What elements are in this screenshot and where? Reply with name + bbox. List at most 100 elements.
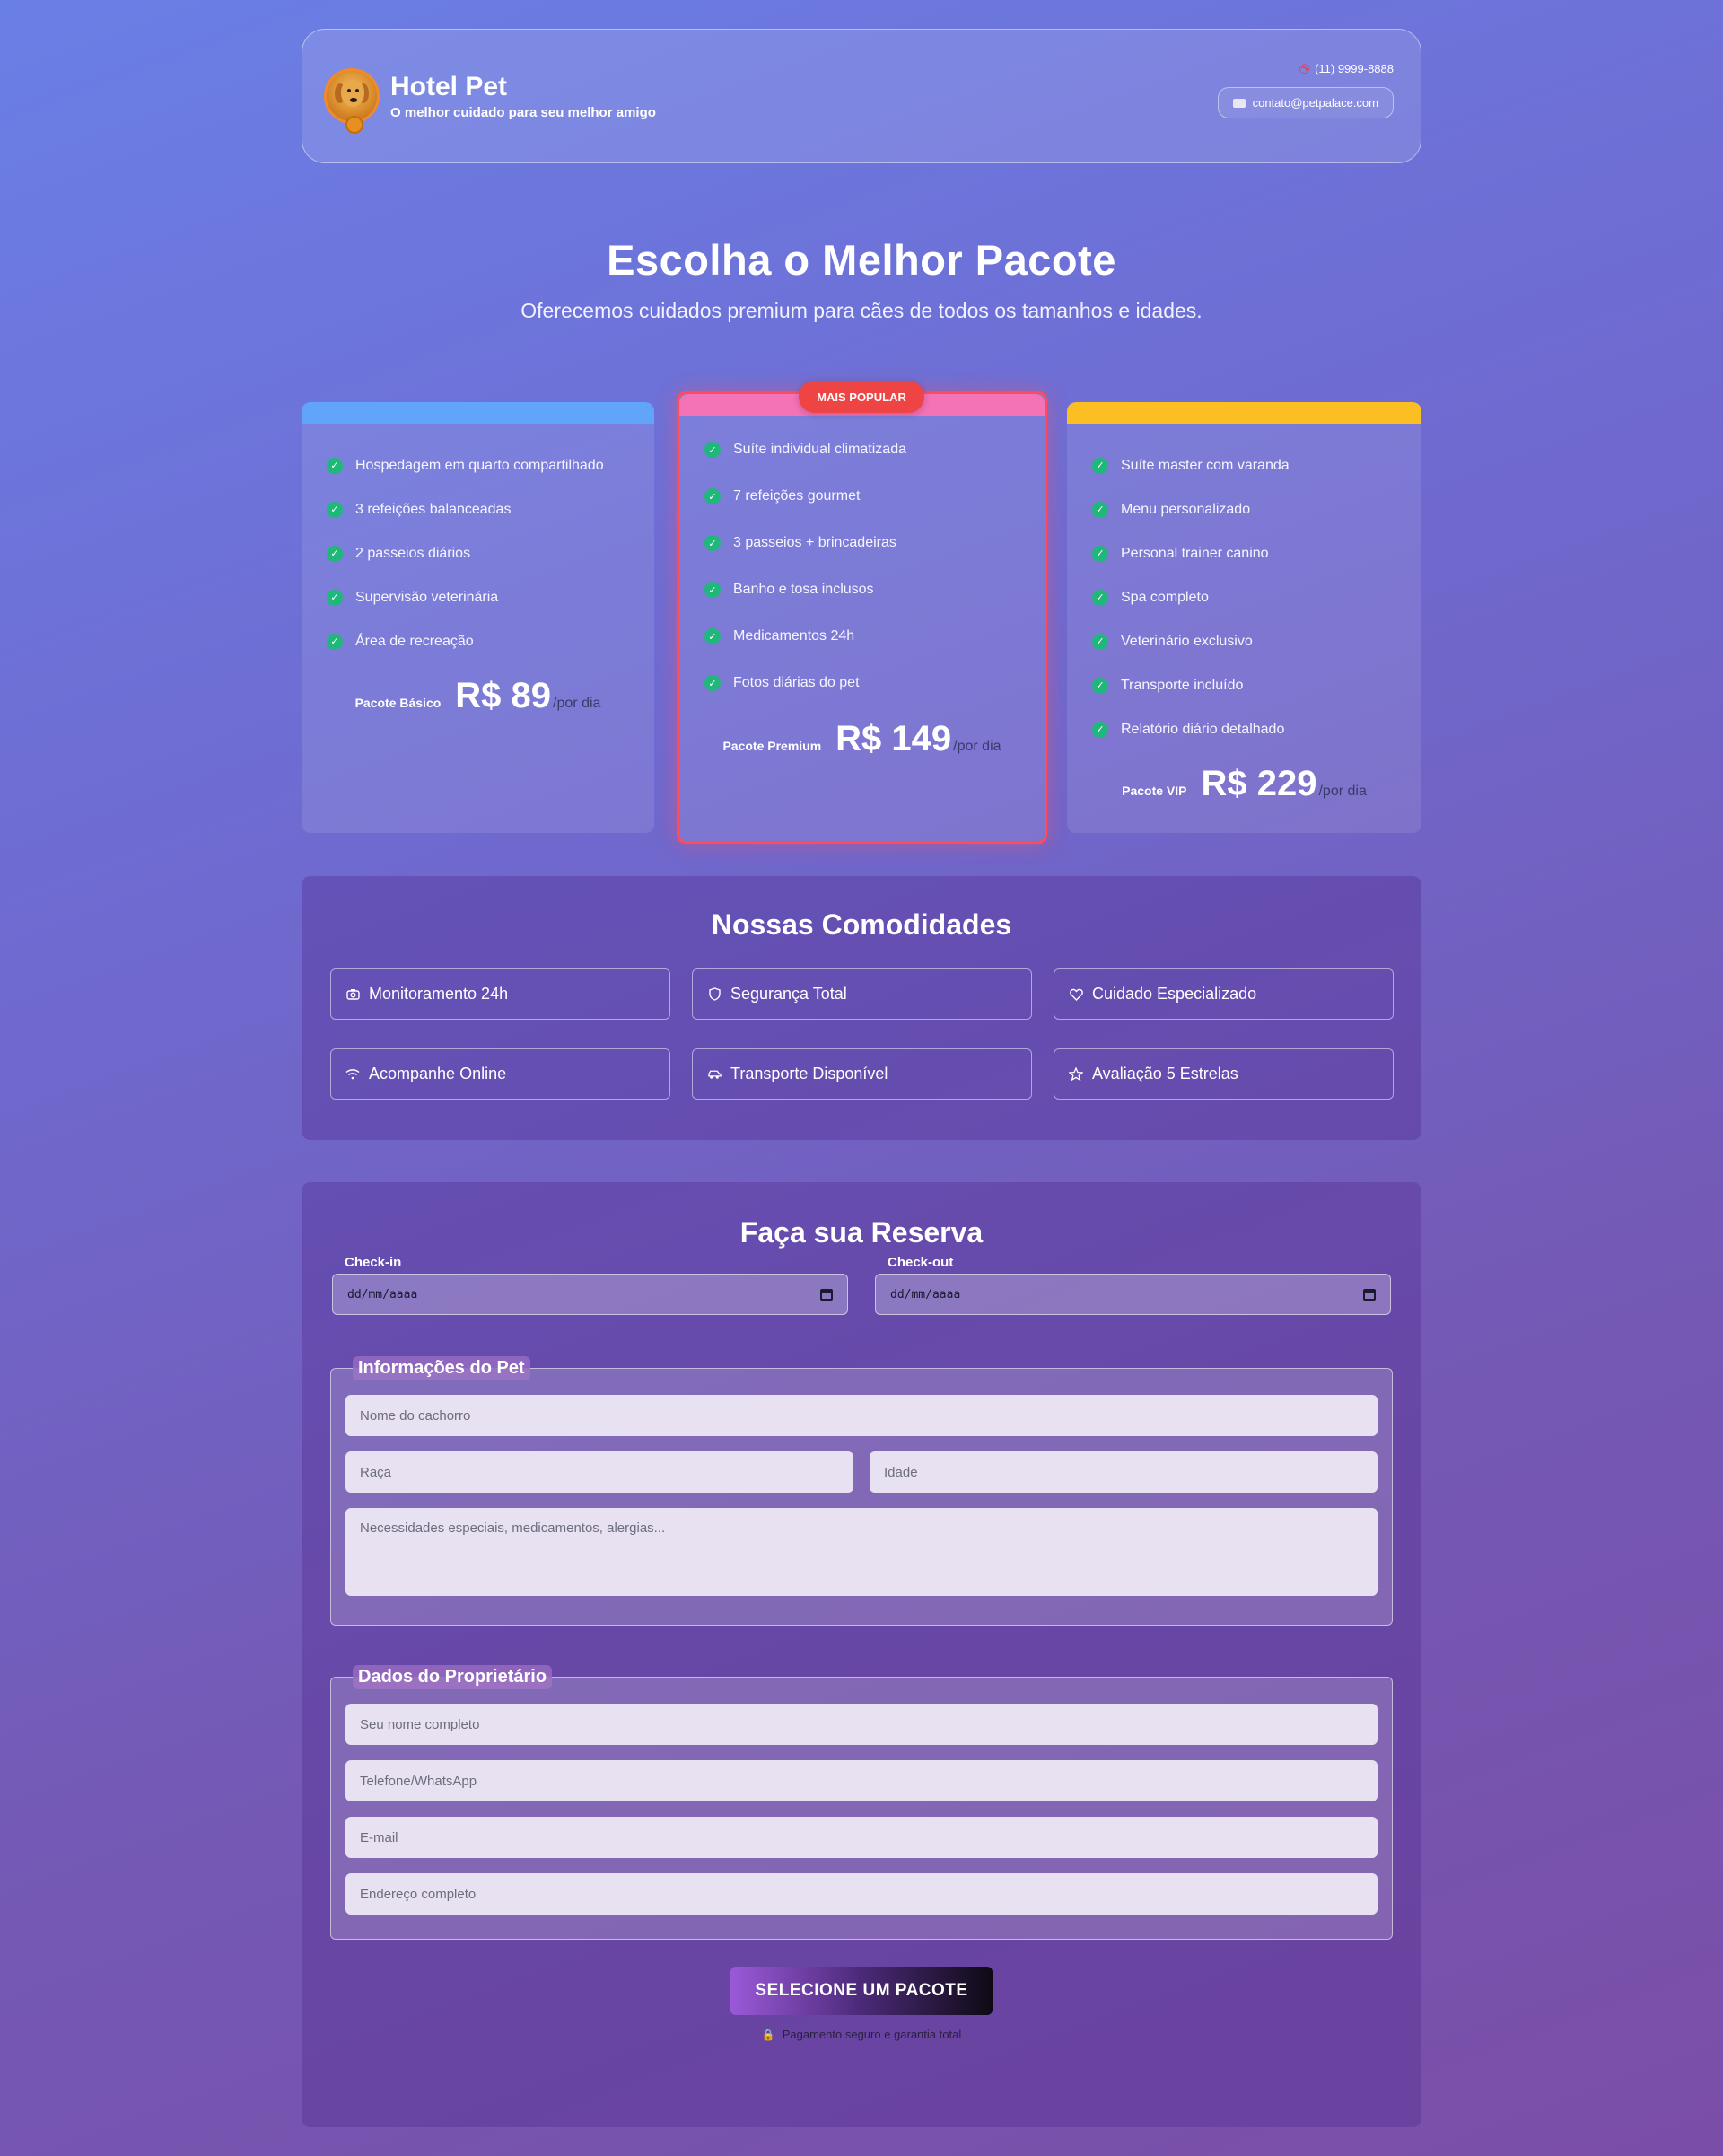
site-header: Hotel Pet O melhor cuidado para seu melh… [302, 29, 1421, 163]
amenity-item: Segurança Total [692, 968, 1032, 1020]
check-icon: ✓ [704, 442, 721, 458]
feature-item: ✓ Supervisão veterinária [327, 575, 629, 619]
package-name: Pacote Premium [722, 739, 822, 753]
pet-name-input[interactable]: Nome do cachorro [345, 1395, 1378, 1436]
booking-title: Faça sua Reserva [739, 1216, 984, 1249]
site-tagline: O melhor cuidado para seu melhor amigo [390, 105, 656, 120]
package-price: R$ 229 [1201, 764, 1317, 803]
package-card-basic[interactable]: ✓ Hospedagem em quarto compartilhado ✓ 3 r… [302, 402, 654, 833]
dog-logo-icon [324, 68, 380, 134]
owner-address-input[interactable]: Endereço completo [345, 1873, 1378, 1915]
calendar-icon[interactable] [1363, 1288, 1376, 1301]
feature-item: ✓ Veterinário exclusivo [1092, 619, 1396, 663]
check-icon: ✓ [327, 589, 343, 606]
pet-info-legend: Informações do Pet [353, 1356, 530, 1380]
owner-phone-input[interactable]: Telefone/WhatsApp [345, 1760, 1378, 1801]
amenities-section: Nossas Comodidades Monitoramento 24h Seg… [302, 876, 1421, 1140]
owner-name-input[interactable]: Seu nome completo [345, 1704, 1378, 1745]
email-button[interactable]: contato@petpalace.com [1217, 87, 1394, 118]
mail-icon [1232, 98, 1246, 108]
amenity-item: Cuidado Especializado [1054, 968, 1394, 1020]
feature-item: ✓ 3 refeições balanceadas [327, 487, 629, 531]
contact-info: ✆ (11) 9999-8888 contato@petpalace.com [1217, 61, 1394, 118]
check-icon: ✓ [1092, 589, 1108, 606]
feature-item: ✓ Spa completo [1092, 575, 1396, 619]
heart-icon [1069, 987, 1083, 1002]
owner-email-input[interactable]: E-mail [345, 1817, 1378, 1858]
secure-payment-note: 🔒 Pagamento seguro e garantia total [761, 2028, 962, 2041]
price-unit: /por dia [1318, 784, 1367, 799]
checkin-input[interactable]: dd/mm/aaaa [332, 1274, 848, 1315]
check-icon: ✓ [1092, 633, 1108, 650]
feature-list: ✓ Suíte individual climatizada ✓ 7 refeiçõ… [679, 416, 1045, 706]
amenity-item: Avaliação 5 Estrelas [1054, 1048, 1394, 1100]
check-icon: ✓ [327, 457, 343, 474]
check-icon: ✓ [1092, 501, 1108, 518]
package-card-vip[interactable]: ✓ Suíte master com varanda ✓ Menu personal… [1067, 402, 1421, 833]
feature-item: ✓ Suíte individual climatizada [704, 426, 1019, 473]
package-price: R$ 149 [835, 719, 952, 758]
check-icon: ✓ [1092, 545, 1108, 562]
feature-item: ✓ Medicamentos 24h [704, 613, 1019, 660]
brand[interactable]: Hotel Pet O melhor cuidado para seu melh… [324, 68, 656, 134]
breed-input[interactable]: Raça [345, 1451, 853, 1493]
email-address: contato@petpalace.com [1252, 96, 1378, 110]
select-package-button[interactable]: SELECIONE UM PACOTE [730, 1967, 993, 2015]
site-title: Hotel Pet [390, 72, 508, 101]
check-icon: ✓ [1092, 677, 1108, 694]
feature-item: ✓ Fotos diárias do pet [704, 660, 1019, 706]
check-icon: ✓ [704, 488, 721, 504]
feature-item: ✓ Banho e tosa inclusos [704, 566, 1019, 613]
feature-item: ✓ Hospedagem em quarto compartilhado [327, 443, 629, 487]
feature-item: ✓ Relatório diário detalhado [1092, 707, 1396, 751]
feature-list: ✓ Suíte master com varanda ✓ Menu personal… [1067, 424, 1421, 751]
most-popular-badge: MAIS POPULAR [799, 381, 924, 413]
price-unit: /por dia [553, 696, 601, 711]
check-icon: ✓ [1092, 457, 1108, 474]
check-icon: ✓ [327, 545, 343, 562]
price-row: Pacote Premium R$ 149 /por dia [679, 719, 1045, 759]
feature-item: ✓ 7 refeições gourmet [704, 473, 1019, 520]
wifi-icon [345, 1067, 360, 1082]
camera-icon [345, 987, 360, 1002]
check-icon: ✓ [327, 633, 343, 650]
feature-item: ✓ 2 passeios diários [327, 531, 629, 575]
amenity-item: Monitoramento 24h [330, 968, 670, 1020]
feature-item: ✓ Suíte master com varanda [1092, 443, 1396, 487]
special-needs-textarea[interactable]: Necessidades especiais, medicamentos, al… [345, 1508, 1378, 1596]
checkout-input[interactable]: dd/mm/aaaa [875, 1274, 1391, 1315]
package-card-premium[interactable]: ✓ Suíte individual climatizada ✓ 7 refeiçõ… [677, 391, 1047, 844]
hero-section: Escolha o Melhor Pacote Oferecemos cuida… [302, 235, 1421, 323]
calendar-icon[interactable] [820, 1288, 833, 1301]
phone-number: (11) 9999-8888 [1315, 62, 1394, 75]
amenities-title: Nossas Comodidades [711, 908, 1012, 941]
feature-item: ✓ Área de recreação [327, 619, 629, 663]
age-input[interactable]: Idade [870, 1451, 1378, 1493]
shield-icon [707, 987, 722, 1002]
star-icon [1069, 1067, 1083, 1082]
check-icon: ✓ [327, 501, 343, 518]
price-unit: /por dia [953, 739, 1001, 754]
checkin-field: Check-in dd/mm/aaaa [332, 1255, 848, 1315]
card-accent-bar [1067, 402, 1421, 424]
owner-info-fieldset: Dados do Proprietário Seu nome completo … [330, 1665, 1393, 1940]
feature-item: ✓ Transporte incluído [1092, 663, 1396, 707]
price-row: Pacote Básico R$ 89 /por dia [302, 676, 654, 716]
feature-list: ✓ Hospedagem em quarto compartilhado ✓ 3 r… [302, 424, 654, 663]
pet-info-fieldset: Informações do Pet Nome do cachorro Raça… [330, 1356, 1393, 1626]
package-name: Pacote Básico [354, 696, 442, 710]
owner-info-legend: Dados do Proprietário [353, 1665, 553, 1689]
pricing-cards: ✓ Hospedagem em quarto compartilhado ✓ 3 r… [302, 381, 1421, 847]
check-icon: ✓ [1092, 721, 1108, 738]
phone-link[interactable]: ✆ (11) 9999-8888 [1297, 61, 1394, 76]
card-accent-bar [302, 402, 654, 424]
check-icon: ✓ [704, 582, 721, 598]
package-price: R$ 89 [455, 676, 552, 715]
amenities-grid: Monitoramento 24h Segurança Total Cuidad… [302, 942, 1421, 1100]
checkin-label: Check-in [345, 1255, 402, 1270]
submit-area: SELECIONE UM PACOTE 🔒 Pagamento seguro e… [302, 1967, 1421, 2041]
amenity-item: Transporte Disponível [692, 1048, 1032, 1100]
hero-subtitle: Oferecemos cuidados premium para cães de… [520, 299, 1203, 322]
checkout-label: Check-out [888, 1255, 954, 1270]
amenity-item: Acompanhe Online [330, 1048, 670, 1100]
